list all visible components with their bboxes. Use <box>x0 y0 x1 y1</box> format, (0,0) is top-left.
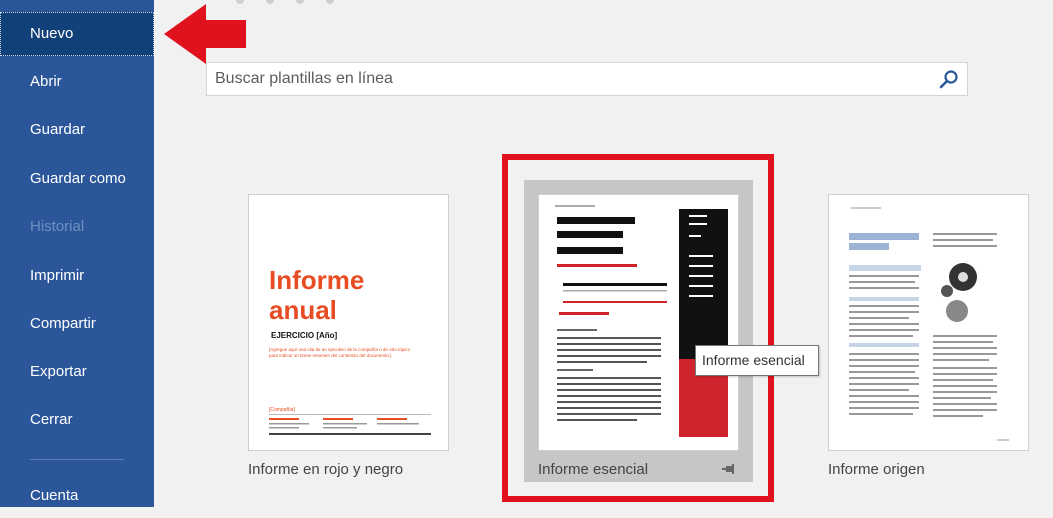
template-thumb-informe-rojo-negro[interactable]: Informe anual EJERCICIO [Año] [Agregue a… <box>248 194 449 451</box>
pin-icon[interactable] <box>722 462 738 476</box>
template-label[interactable]: Informe en rojo y negro <box>248 461 403 478</box>
template-label[interactable]: Informe esencial <box>538 461 648 478</box>
template-label[interactable]: Informe origen <box>828 461 925 478</box>
thumb-body-text: [Agregue aquí una cita de un ejecutivo d… <box>269 347 411 358</box>
nav-historial: Historial <box>30 218 85 235</box>
search-button[interactable] <box>937 67 961 91</box>
nav-cerrar[interactable]: Cerrar <box>0 398 154 442</box>
thumb-essential-graphic <box>555 205 728 450</box>
template-thumb-informe-esencial[interactable] <box>538 194 739 451</box>
tooltip: Informe esencial <box>695 345 819 376</box>
backstage-sidebar: Nuevo Abrir Guardar Guardar como Histori… <box>0 0 154 507</box>
thumb-title: Informe anual <box>269 265 365 325</box>
nav-cuenta[interactable]: Cuenta <box>0 474 154 518</box>
red-arrow-annotation <box>164 4 246 64</box>
search-box <box>206 62 968 96</box>
nav-divider <box>30 459 124 460</box>
nav-compartir[interactable]: Compartir <box>0 302 154 346</box>
nav-guardar-como[interactable]: Guardar como <box>0 157 154 201</box>
thumb-footer-lines <box>269 414 431 435</box>
nav-guardar[interactable]: Guardar <box>0 108 154 152</box>
top-partial-graphic <box>236 0 334 4</box>
nav-imprimir[interactable]: Imprimir <box>0 254 154 298</box>
template-thumb-informe-origen[interactable] <box>828 194 1029 451</box>
thumb-origen-graphic <box>849 207 1009 441</box>
nav-nuevo[interactable]: Nuevo <box>0 12 154 56</box>
thumb-subtitle: EJERCICIO [Año] <box>271 331 338 340</box>
thumb-company: [Compañía] <box>269 407 295 413</box>
nav-abrir[interactable]: Abrir <box>0 60 154 104</box>
search-input[interactable] <box>215 63 915 95</box>
search-icon <box>939 70 958 89</box>
nav-exportar[interactable]: Exportar <box>0 350 154 394</box>
